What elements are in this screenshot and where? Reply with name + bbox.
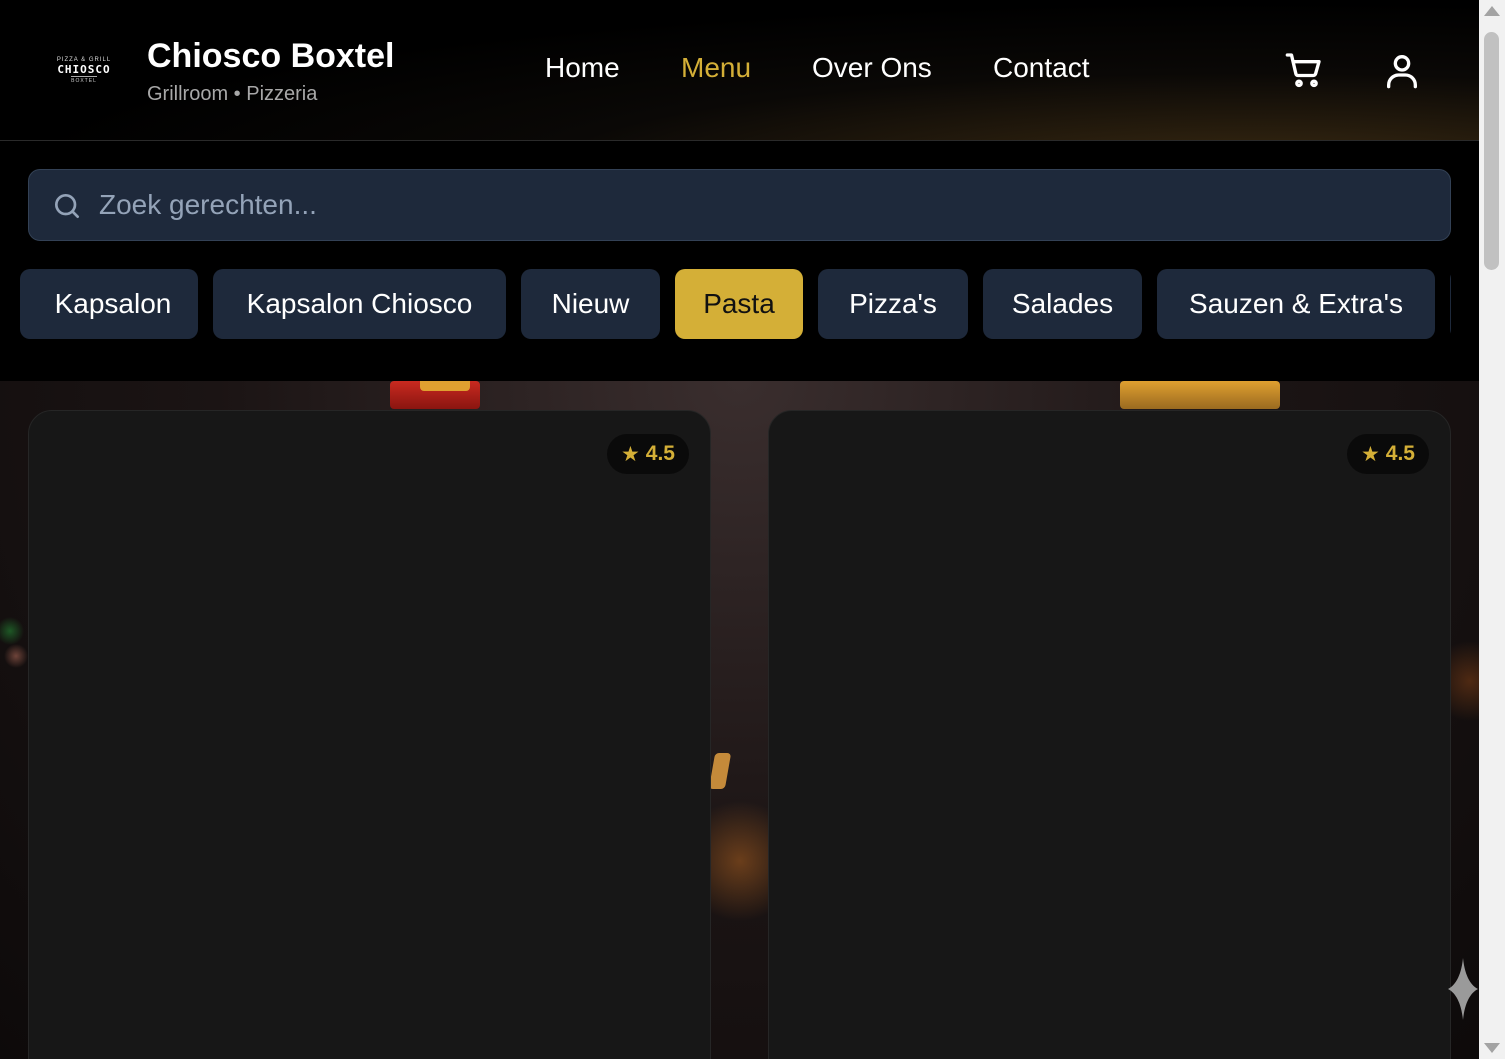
- sparkle-icon: [1448, 958, 1478, 1020]
- rating-value: 4.5: [1385, 442, 1415, 465]
- search-input[interactable]: [99, 170, 1429, 240]
- fries-decoration: [420, 381, 470, 391]
- food-decoration: [708, 753, 732, 789]
- rating-badge: ★ 4.5: [606, 434, 689, 474]
- nav-over-ons[interactable]: Over Ons: [812, 52, 932, 84]
- category-tabs: Kapsalon Kapsalon Chiosco Nieuw Pasta Pi…: [0, 269, 1451, 339]
- nav-home[interactable]: Home: [545, 52, 620, 84]
- user-icon: [1387, 55, 1417, 89]
- nav-contact[interactable]: Contact: [993, 52, 1090, 84]
- category-salades[interactable]: Salades: [983, 269, 1142, 339]
- brand-subtitle: Grillroom • Pizzeria: [147, 83, 318, 105]
- star-icon: ★: [620, 442, 640, 466]
- scroll-down-arrow-icon[interactable]: [1484, 1043, 1500, 1053]
- search-box[interactable]: [28, 169, 1451, 241]
- logo[interactable]: PIZZA & GRILL CHIOSCO BOXTEL: [50, 40, 118, 100]
- page-scrollbar[interactable]: [1479, 0, 1505, 1059]
- star-icon: ★: [1360, 442, 1380, 466]
- logo-name: CHIOSCO: [57, 62, 111, 76]
- menu-filter-bar: Kapsalon Kapsalon Chiosco Nieuw Pasta Pi…: [0, 141, 1479, 381]
- category-next-partial[interactable]: [1450, 269, 1451, 339]
- category-kapsalon-chiosco[interactable]: Kapsalon Chiosco: [213, 269, 506, 339]
- rating-value: 4.5: [645, 442, 675, 465]
- category-nieuw[interactable]: Nieuw: [521, 269, 660, 339]
- category-kapsalon[interactable]: Kapsalon: [20, 269, 198, 339]
- account-button[interactable]: [1382, 50, 1422, 90]
- fries-decoration: [1120, 381, 1280, 409]
- cart-icon: [1285, 53, 1321, 88]
- site-header: PIZZA & GRILL CHIOSCO BOXTEL Chiosco Box…: [0, 0, 1479, 141]
- scroll-up-arrow-icon[interactable]: [1484, 6, 1500, 16]
- search-icon: [55, 194, 79, 218]
- category-sauzen-extras[interactable]: Sauzen & Extra's: [1157, 269, 1435, 339]
- category-pizzas[interactable]: Pizza's: [818, 269, 968, 339]
- product-card[interactable]: ★ 4.5: [28, 410, 711, 1059]
- menu-content: ★ 4.5 ★ 4.5: [0, 381, 1479, 1059]
- nav-menu[interactable]: Menu: [681, 52, 751, 84]
- brand-title[interactable]: Chiosco Boxtel: [147, 37, 394, 76]
- rating-badge: ★ 4.5: [1346, 434, 1429, 474]
- cart-button[interactable]: [1284, 50, 1324, 90]
- logo-location: BOXTEL: [71, 75, 97, 84]
- category-pasta[interactable]: Pasta: [675, 269, 803, 339]
- product-card[interactable]: ★ 4.5: [768, 410, 1451, 1059]
- scroll-thumb[interactable]: [1484, 32, 1499, 270]
